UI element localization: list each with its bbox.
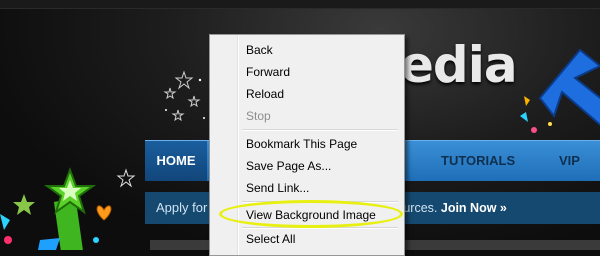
- banner-left-text: Apply for: [156, 200, 208, 215]
- nav-tutorials[interactable]: TUTORIALS: [441, 141, 515, 181]
- browser-top-edge: [0, 0, 600, 9]
- nav-vip[interactable]: VIP DO: [559, 141, 600, 208]
- join-now-link[interactable]: Join Now »: [441, 201, 507, 215]
- menu-item-stop: Stop: [246, 109, 271, 123]
- blue-arrow-icon: [520, 48, 600, 133]
- menu-item-save-page-as[interactable]: Save Page As...: [246, 156, 331, 176]
- menu-item-forward[interactable]: Forward: [246, 62, 290, 82]
- site-logo[interactable]: edia: [400, 36, 518, 94]
- menu-item-bookmark-page[interactable]: Bookmark This Page: [246, 134, 357, 154]
- menu-item-back[interactable]: Back: [246, 40, 273, 60]
- menu-item-send-link[interactable]: Send Link...: [246, 178, 309, 198]
- menu-item-select-all[interactable]: Select All: [246, 229, 295, 249]
- highlight-annotation: [219, 200, 403, 228]
- menu-separator: [242, 129, 398, 131]
- colorful-stars-icon: [0, 167, 136, 250]
- menu-item-reload[interactable]: Reload: [246, 84, 284, 104]
